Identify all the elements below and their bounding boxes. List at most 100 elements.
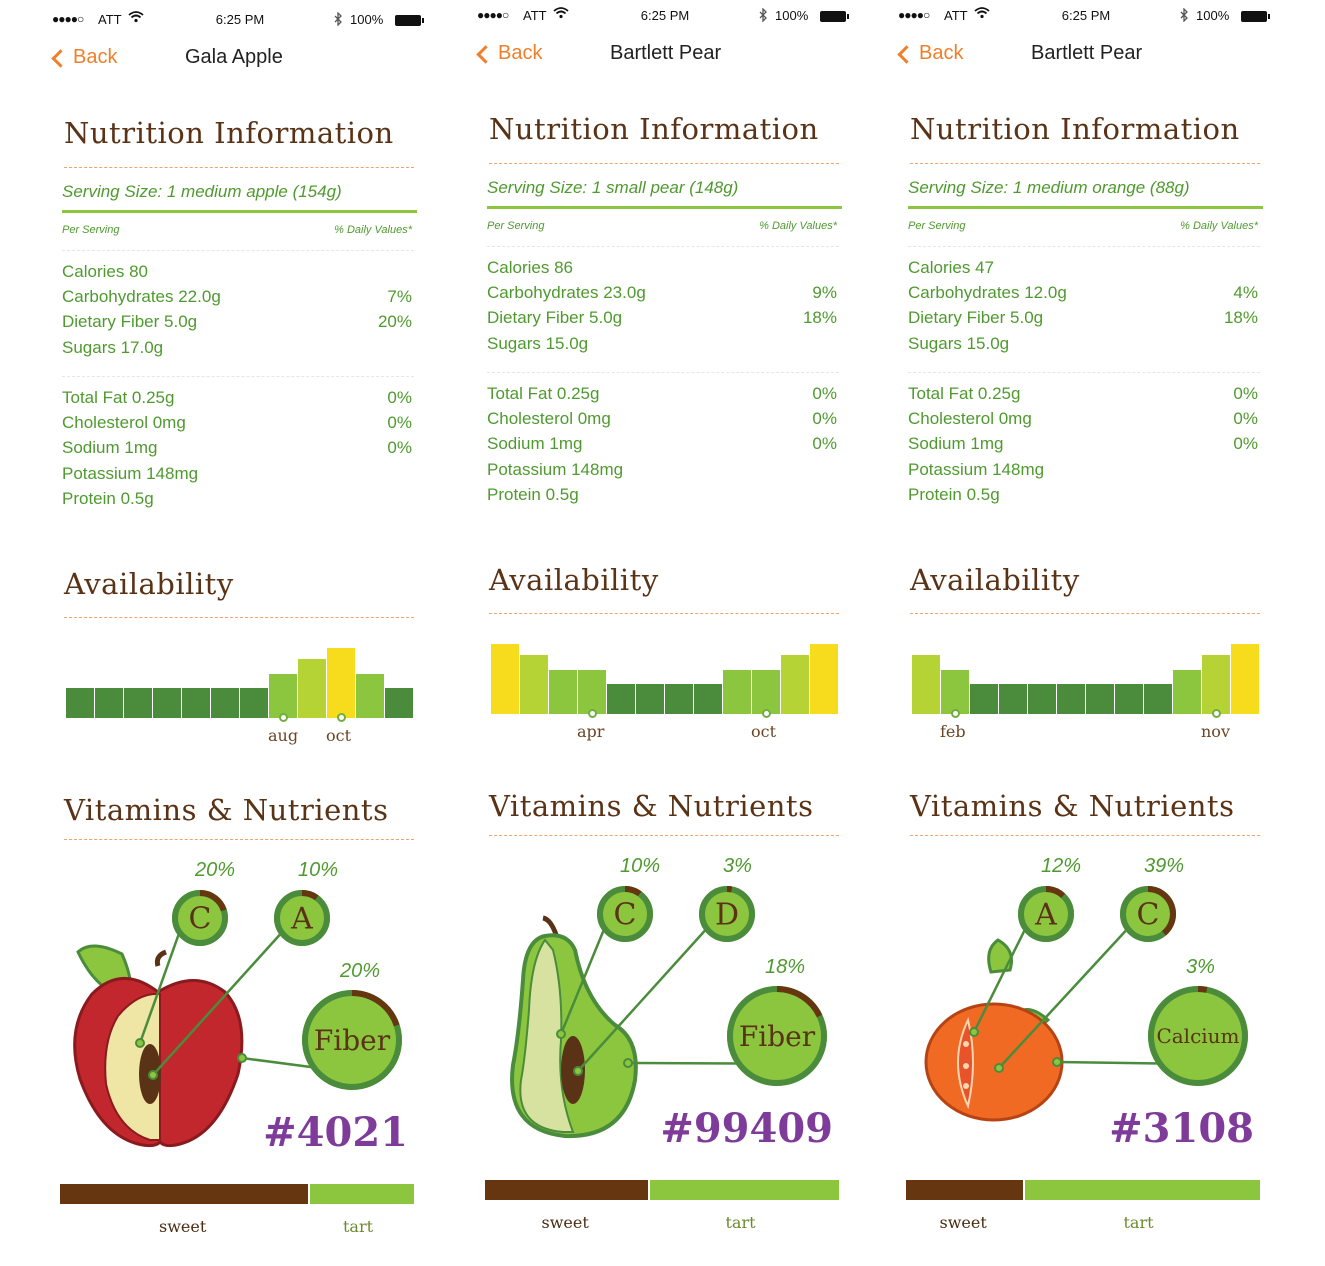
daily-values-label: % Daily Values* [1180, 220, 1258, 232]
nutrient-row: Protein 0.5g [908, 485, 1258, 510]
season-marker [761, 709, 771, 718]
month-bar [327, 648, 355, 718]
phone-screen: ●●●●○ ATT 6:25 PM 100% Back Bartlett Pear Nutr… [886, 0, 1306, 1266]
carrier-label: ATT [98, 12, 122, 27]
per-serving-label: Per Serving [487, 220, 545, 232]
serving-size: Serving Size: 1 medium orange (88g) [908, 178, 1190, 197]
tart-label: tart [343, 1217, 374, 1236]
vitamins-graphic: A 12% C 39% Calcium 3% #3108 [886, 840, 1286, 1180]
section-divider [64, 839, 414, 840]
nutrient-percent: 18% [765, 956, 805, 978]
sweet-segment [906, 1180, 1023, 1200]
nutrient-label: Sodium 1mg [62, 438, 158, 458]
nutrient-daily-value: 0% [387, 388, 412, 407]
availability-chart [66, 638, 414, 718]
leader-anchor [556, 1029, 566, 1039]
chevron-left-icon [476, 44, 495, 64]
month-bar [66, 688, 94, 718]
month-bar [124, 688, 152, 718]
vitamins-heading: Vitamins & Nutrients [910, 789, 1235, 823]
nutrient-daily-value: 18% [1223, 308, 1258, 328]
month-bar [153, 688, 181, 718]
page-title: Bartlett Pear [1031, 42, 1143, 64]
nutrient-label: Total Fat 0.25g [908, 384, 1021, 403]
signal-strength: ●●●●○ [52, 12, 84, 26]
nutrition-heading: Nutrition Information [64, 116, 394, 150]
nutrition-heading: Nutrition Information [910, 112, 1240, 146]
month-bar [781, 655, 809, 714]
sweet-segment [485, 1180, 648, 1200]
back-button[interactable]: Back [476, 42, 543, 65]
tart-label: tart [1123, 1213, 1154, 1232]
nutrient-name: D [715, 898, 739, 933]
vitamins-graphic: C 10% D 3% Fiber 18% #99409 [465, 840, 865, 1180]
nutrient-label: Potassium 148mg [908, 459, 1045, 479]
per-serving-label: Per Serving [908, 220, 966, 232]
fruit-nutrient-diagram: C 10% D 3% Fiber 18% #99409 [510, 855, 833, 1152]
availability-chart [912, 634, 1260, 714]
nutrient-label: Protein 0.5g [908, 484, 1000, 504]
nutrient-row: Carbohydrates 12.0g 4% [908, 283, 1258, 308]
nutrient-label: Sodium 1mg [908, 434, 1004, 454]
nav-bar: Back Bartlett Pear [465, 40, 865, 80]
row-divider [908, 372, 1260, 373]
battery-icon [395, 15, 424, 26]
nutrient-row: Protein 0.5g [62, 489, 412, 514]
month-bar [356, 674, 384, 718]
season-marker [950, 709, 960, 718]
battery-icon [820, 11, 849, 22]
month-bar [1231, 644, 1259, 714]
serving-underline [62, 210, 417, 213]
status-bar: ●●●●○ ATT 6:25 PM 100% [40, 11, 440, 30]
nutrient-badge: Fiber 18% [623, 956, 827, 1086]
tart-label: tart [725, 1213, 756, 1232]
nutrient-name: Calcium [1156, 1024, 1239, 1048]
nutrient-row: Potassium 148mg [908, 460, 1258, 485]
clock: 6:25 PM [640, 8, 690, 23]
nutrient-daily-value: 0% [1233, 409, 1258, 429]
back-label: Back [498, 42, 543, 64]
leader-anchor [237, 1053, 247, 1063]
back-button[interactable]: Back [897, 42, 963, 65]
back-button[interactable]: Back [51, 46, 117, 69]
leader-anchor [969, 1027, 979, 1037]
row-divider [62, 250, 414, 251]
season-label: oct [326, 726, 352, 745]
column-header: Per Serving % Daily Values* [62, 224, 412, 236]
sweet-segment [60, 1184, 308, 1204]
vitamins-heading: Vitamins & Nutrients [489, 789, 814, 823]
plu-code: #99409 [660, 1105, 833, 1152]
nutrient-badge: Fiber 20% [237, 960, 402, 1090]
leader-anchor [994, 1063, 1004, 1073]
nutrient-row: Sugars 15.0g [487, 334, 837, 359]
nutrient-label: Carbohydrates 22.0g [62, 287, 221, 307]
nutrient-label: Dietary Fiber 5.0g [62, 312, 198, 332]
section-divider [64, 167, 414, 168]
nutrient-label: Potassium 148mg [62, 463, 199, 483]
nutrient-row: Cholesterol 0mg 0% [487, 409, 837, 434]
wifi-icon [974, 7, 990, 22]
serving-underline [908, 206, 1263, 209]
nutrient-row: Protein 0.5g [487, 485, 837, 510]
season-label: aug [268, 726, 299, 745]
per-serving-label: Per Serving [62, 224, 120, 236]
month-bar [941, 670, 969, 714]
carrier-label: ATT [944, 8, 968, 23]
nutrient-percent: 39% [1144, 855, 1184, 877]
nutrient-name: C [614, 898, 637, 933]
nutrient-row: Potassium 148mg [62, 464, 412, 489]
vitamins-heading: Vitamins & Nutrients [64, 793, 389, 827]
section-divider [64, 617, 414, 618]
nutrient-name: Fiber [739, 1020, 816, 1053]
orange-illustration [924, 938, 1064, 1122]
section-divider [489, 613, 839, 614]
fruit-nutrient-diagram: C 20% A 10% Fiber 20% #4021 [73, 859, 408, 1156]
wifi-icon [128, 11, 144, 26]
battery-percent: 100% [350, 12, 384, 27]
battery-percent: 100% [1196, 8, 1230, 23]
month-bar [269, 674, 297, 718]
month-bar [912, 655, 940, 714]
nutrient-percent: 10% [620, 855, 660, 877]
bluetooth-icon [759, 7, 768, 25]
season-marker [278, 713, 288, 722]
